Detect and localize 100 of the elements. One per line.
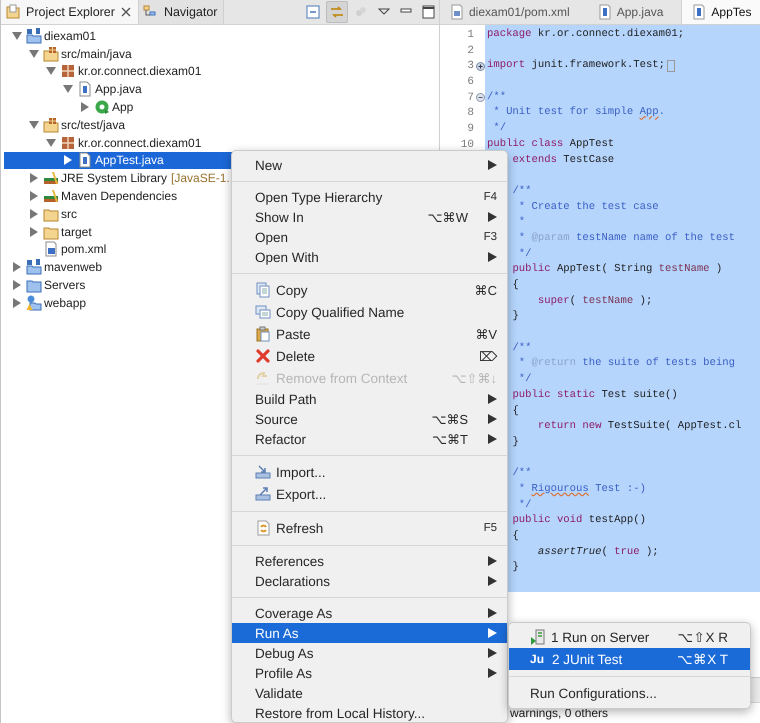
line-number: 7 xyxy=(467,92,475,104)
menu-item[interactable]: Refresh F5 xyxy=(232,517,507,539)
menu-item[interactable]: 1 Run on Server ⌥⇧X R xyxy=(509,626,750,648)
shortcut-label: ⌥⌘T xyxy=(432,432,468,446)
project-folder-icon xyxy=(26,28,42,44)
code-line: */ xyxy=(493,121,506,136)
java-file-icon xyxy=(598,4,612,20)
maximize-icon[interactable] xyxy=(420,4,436,20)
java-file-icon xyxy=(692,4,706,20)
copy-icon xyxy=(255,282,271,298)
menu-item[interactable]: Copy Qualified Name xyxy=(232,301,507,323)
menu-item[interactable]: Show In ⌥⌘W xyxy=(232,207,507,227)
code-line: * Rigourous Test :-) xyxy=(518,482,646,497)
code-line: } xyxy=(512,434,519,450)
code-line: } xyxy=(512,309,519,324)
code-line: super( testName ); xyxy=(538,294,652,309)
shortcut-label: ⌦ xyxy=(479,348,497,364)
view-tab[interactable]: Project Explorer xyxy=(1,0,139,24)
menu-item[interactable]: Open Type Hierarchy F4 xyxy=(232,187,507,207)
menu-item[interactable]: Paste ⌘V xyxy=(232,323,507,345)
menu-item[interactable]: Source ⌥⌘S xyxy=(232,409,507,429)
shortcut-label: ⌥⌘X T xyxy=(677,651,728,667)
menu-item[interactable]: Run Configurations... xyxy=(509,682,750,704)
code-line: * Create the test case xyxy=(518,200,659,215)
menu-item[interactable]: Open F3 xyxy=(232,227,507,247)
explorer-icon xyxy=(5,4,21,20)
shortcut-label: ⌥⌘W xyxy=(428,210,468,224)
code-line: /** xyxy=(512,466,532,482)
menu-item[interactable]: Export... xyxy=(232,483,507,505)
code-line: public class AppTest xyxy=(487,136,614,152)
tree-item[interactable]: kr.or.connect.diexam01 xyxy=(4,62,439,80)
tree-item[interactable]: diexam01 xyxy=(4,27,439,45)
code-line: * xyxy=(518,215,526,230)
file-icon xyxy=(450,4,464,20)
menu-item[interactable]: Ju 2 JUnit Test ⌥⌘X T xyxy=(509,648,750,670)
menu-item[interactable]: References xyxy=(232,551,507,571)
code-line: assertTrue( true ); xyxy=(538,544,659,560)
tree-item[interactable]: src/main/java xyxy=(4,44,439,63)
source-folder-icon xyxy=(43,116,59,133)
class-icon xyxy=(94,99,110,116)
export-icon xyxy=(255,486,271,502)
code-line: * Unit test for simple App. xyxy=(493,105,666,120)
library-icon xyxy=(43,188,59,204)
tree-item[interactable]: kr.or.connect.diexam01 xyxy=(4,134,439,152)
tree-item[interactable]: App.java xyxy=(4,80,439,98)
menu-item[interactable]: Coverage As xyxy=(232,603,507,623)
menu-item[interactable]: Refactor ⌥⌘T xyxy=(232,429,507,449)
menu-item[interactable]: Copy ⌘C xyxy=(232,279,507,301)
menu-item[interactable]: Run As xyxy=(232,623,507,643)
code-line: public void testApp() xyxy=(512,513,646,528)
menu-item[interactable]: Delete ⌦ xyxy=(232,345,507,367)
menu-item[interactable]: Build Path xyxy=(232,389,507,409)
web-project-icon xyxy=(26,294,42,311)
shortcut-label: ⌘V xyxy=(475,326,497,342)
line-number: 1 xyxy=(467,28,475,41)
refresh-icon xyxy=(255,520,271,536)
line-number: 3 xyxy=(467,60,475,72)
junit-icon: Ju xyxy=(530,652,546,666)
line-number: 8 xyxy=(467,107,475,120)
shortcut-label: ⌘C xyxy=(474,282,497,298)
tree-item[interactable]: App xyxy=(4,98,439,116)
code-line: /** xyxy=(512,340,532,356)
tree-item[interactable]: src/test/java xyxy=(4,116,439,134)
copy-icon xyxy=(255,304,271,320)
folded-code-marker xyxy=(667,60,676,72)
code-line: public AppTest( String testName ) xyxy=(512,262,722,278)
code-line: import junit.framework.Test; xyxy=(487,58,666,74)
menu-item[interactable]: Declarations xyxy=(232,571,507,591)
remove-context-icon xyxy=(255,370,271,386)
code-line: { xyxy=(512,278,519,293)
menu-item[interactable]: Restore from Local History... xyxy=(232,703,507,722)
source-folder-icon xyxy=(43,46,59,62)
editor-tab[interactable]: App.java xyxy=(588,0,682,24)
menu-item[interactable]: Import... xyxy=(232,461,507,483)
close-icon[interactable] xyxy=(120,6,132,18)
delete-icon xyxy=(255,348,271,364)
code-line: public static Test suite() xyxy=(512,388,678,403)
shortcut-label: F3 xyxy=(484,231,497,243)
java-file-icon xyxy=(77,81,93,98)
code-line: /** xyxy=(512,184,532,199)
link-arrows-icon xyxy=(329,4,345,20)
problems-summary: warnings, 0 others xyxy=(509,705,610,720)
code-line: */ xyxy=(518,498,532,513)
editor-tab[interactable]: diexam01/pom.xml xyxy=(440,0,588,24)
code-line: /** xyxy=(487,90,506,105)
import-icon xyxy=(255,464,271,480)
editor-tab[interactable]: AppTes xyxy=(681,0,760,24)
code-line: */ xyxy=(518,372,532,388)
view-tab[interactable]: Navigator xyxy=(138,0,224,24)
menu-item[interactable]: Validate xyxy=(232,683,507,703)
java-file-icon xyxy=(77,152,93,168)
code-line: { xyxy=(512,404,519,418)
server-run-icon xyxy=(530,629,546,645)
code-line: extends TestCase xyxy=(512,152,614,168)
menu-item[interactable]: Profile As xyxy=(232,663,507,683)
code-line: package kr.or.connect.diexam01; xyxy=(487,27,684,42)
code-line: } xyxy=(512,560,519,576)
menu-item[interactable]: Open With xyxy=(232,247,507,267)
line-number: 10 xyxy=(460,138,475,151)
menu-item[interactable]: Debug As xyxy=(232,643,507,663)
